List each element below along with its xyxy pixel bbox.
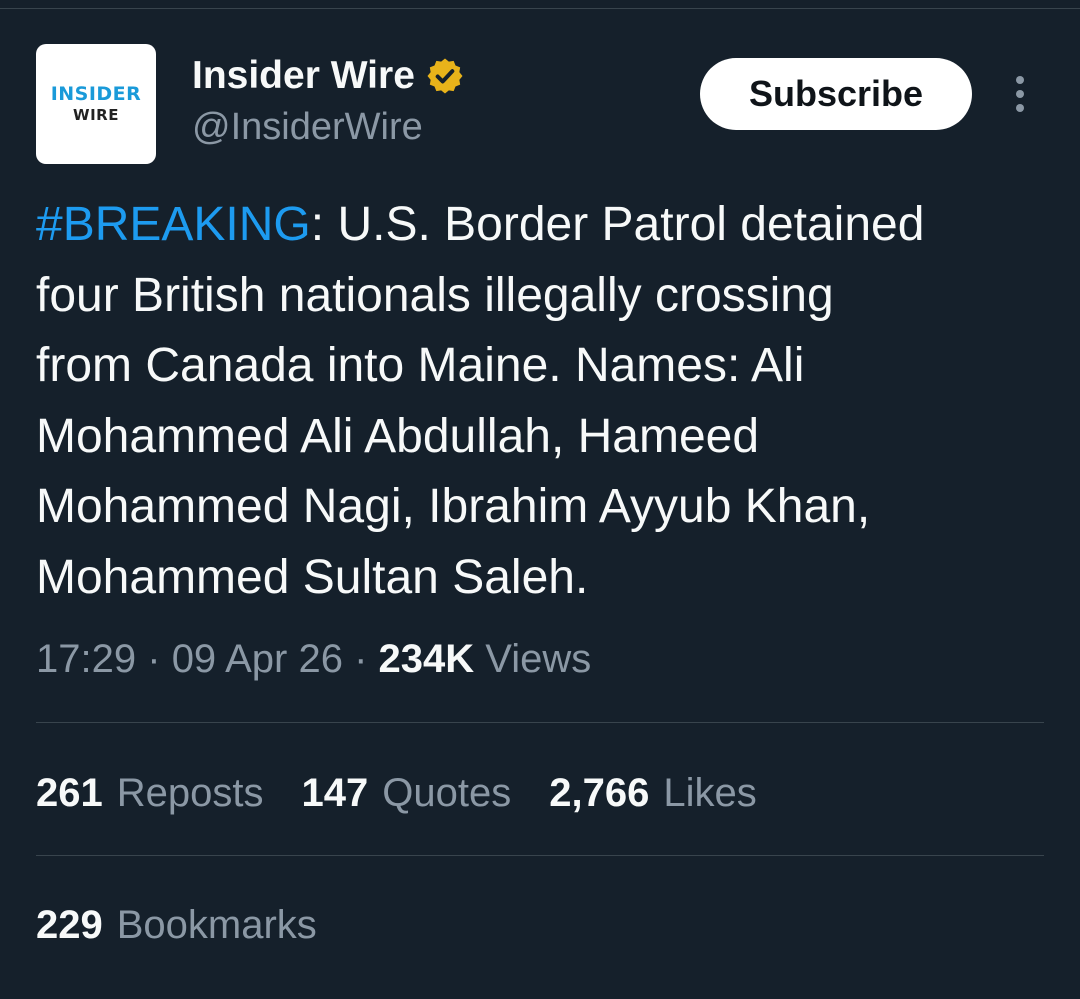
display-name[interactable]: Insider Wire	[192, 54, 415, 98]
likes-count: 2,766	[549, 771, 650, 815]
views-label: Views	[485, 637, 592, 681]
tweet-header: INSIDER WIRE Insider Wire @InsiderWire S…	[36, 44, 1044, 166]
divider	[36, 855, 1044, 856]
avatar-logo-text-insider: INSIDER	[50, 83, 142, 105]
quotes-label: Quotes	[382, 771, 512, 815]
tweet-text: #BREAKING: U.S. Border Patrol detained f…	[36, 190, 1056, 613]
views-count: 234K	[378, 637, 475, 681]
bookmarks-stat[interactable]: 229 Bookmarks	[36, 900, 355, 950]
hashtag-link[interactable]: #BREAKING	[36, 198, 311, 251]
meta-separator: ·	[147, 637, 161, 681]
tweet-time[interactable]: 17:29	[36, 637, 136, 681]
likes-stat[interactable]: 2,766 Likes	[549, 768, 757, 818]
handle[interactable]: @InsiderWire	[192, 102, 465, 152]
bookmarks-stat-inner: 229 Bookmarks	[36, 900, 317, 950]
reposts-stat[interactable]: 261 Reposts	[36, 768, 264, 818]
name-row: Insider Wire	[192, 54, 465, 98]
tweet-date[interactable]: 09 Apr 26	[172, 637, 343, 681]
quotes-stat[interactable]: 147 Quotes	[302, 768, 512, 818]
meta-separator: ·	[354, 637, 368, 681]
author-info: Insider Wire @InsiderWire	[192, 54, 465, 152]
subscribe-button[interactable]: Subscribe	[700, 58, 972, 130]
bookmarks-count: 229	[36, 903, 103, 947]
tweet-body: : U.S. Border Patrol detained four Briti…	[36, 198, 925, 604]
top-divider	[0, 8, 1080, 9]
reposts-count: 261	[36, 771, 103, 815]
avatar[interactable]: INSIDER WIRE	[36, 44, 156, 164]
verified-badge-icon[interactable]	[425, 56, 465, 96]
divider	[36, 722, 1044, 723]
quotes-count: 147	[301, 771, 369, 815]
bookmarks-label: Bookmarks	[116, 903, 317, 947]
avatar-logo-text-wire: WIRE	[73, 106, 119, 124]
reposts-label: Reposts	[116, 771, 264, 815]
more-vertical-icon[interactable]	[1006, 74, 1034, 114]
tweet-meta: 17:29 · 09 Apr 26 · 234K Views	[36, 634, 591, 684]
likes-label: Likes	[663, 771, 757, 815]
engagement-stats: 261 Reposts 147 Quotes 2,766 Likes	[36, 768, 795, 818]
